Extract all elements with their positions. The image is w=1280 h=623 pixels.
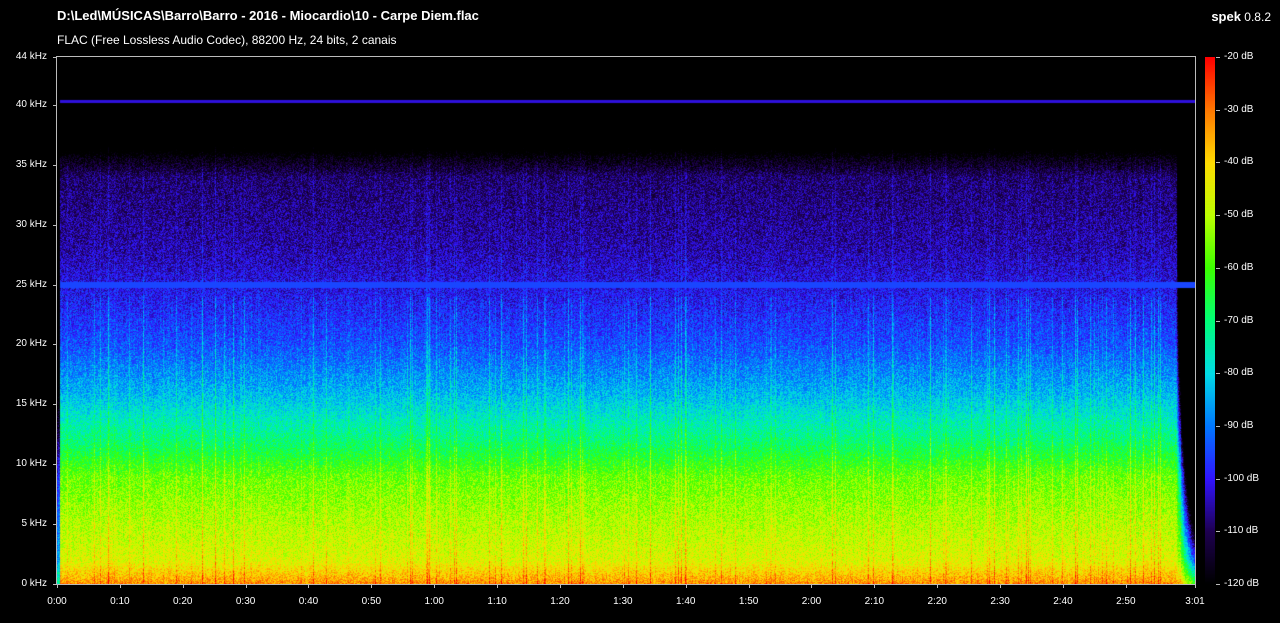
x-tick-label: 1:30 [613, 596, 633, 607]
x-tick [874, 584, 876, 588]
x-tick [119, 584, 121, 588]
db-tick-label: -80 dB [1224, 367, 1254, 379]
x-tick-label: 0:30 [235, 596, 256, 607]
x-tick-label: 0:20 [173, 596, 193, 607]
y-tick [53, 104, 57, 106]
x-tick-label: 2:30 [990, 596, 1010, 607]
x-tick [371, 584, 373, 588]
db-tick-label: -60 dB [1224, 261, 1254, 273]
y-tick [53, 284, 57, 286]
x-tick-label: 2:50 [1116, 596, 1136, 607]
y-tick-label: 0 kHz [21, 578, 47, 589]
app-version: 0.8.2 [1244, 10, 1271, 24]
y-tick-label: 35 kHz [15, 158, 47, 170]
x-tick [434, 584, 436, 588]
y-tick-label: 10 kHz [15, 458, 47, 470]
y-tick [53, 464, 57, 466]
x-tick [497, 584, 499, 588]
x-tick-label: 2:20 [927, 596, 947, 607]
x-tick [182, 584, 184, 588]
db-tick-label: -30 dB [1224, 103, 1254, 115]
x-tick-label: 2:00 [801, 596, 822, 607]
x-tick [1125, 584, 1127, 588]
db-tick [1216, 215, 1220, 217]
x-tick-label: 1:10 [487, 596, 507, 607]
x-tick-label: 2:40 [1053, 596, 1073, 607]
x-tick [57, 584, 58, 588]
db-tick [1216, 267, 1220, 269]
y-tick [53, 164, 57, 166]
y-tick-label: 25 kHz [15, 278, 47, 290]
x-tick-label: 1:20 [550, 596, 570, 607]
db-tick [1216, 584, 1220, 585]
x-tick [559, 584, 561, 588]
db-tick-label: -110 dB [1224, 525, 1259, 537]
db-tick-label: -100 dB [1224, 472, 1260, 484]
x-tick [1062, 584, 1064, 588]
db-tick-label: -50 dB [1224, 209, 1254, 221]
x-tick-label: 2:10 [864, 596, 885, 607]
y-tick-label: 15 kHz [15, 398, 47, 410]
db-tick [1216, 57, 1220, 58]
y-tick [53, 584, 57, 585]
db-tick [1216, 425, 1220, 427]
y-tick-label: 5 kHz [21, 518, 47, 530]
x-tick-label: 0:00 [47, 596, 67, 607]
db-tick-label: -40 dB [1224, 156, 1254, 168]
x-tick [308, 584, 310, 588]
y-tick-label: 20 kHz [15, 338, 47, 350]
db-tick-label: -120 dB [1224, 578, 1260, 589]
db-tick-label: -90 dB [1224, 419, 1254, 431]
x-tick-label: 0:50 [361, 596, 382, 607]
db-tick-label: -70 dB [1224, 314, 1254, 326]
db-tick [1216, 478, 1220, 480]
x-tick-label: 0:10 [110, 596, 130, 607]
db-tick [1216, 531, 1220, 533]
db-tick [1216, 109, 1220, 111]
audio-format-info: FLAC (Free Lossless Audio Codec), 88200 … [57, 33, 397, 47]
x-tick-label: 1:00 [424, 596, 444, 607]
x-tick-label: 1:40 [675, 596, 696, 607]
app-name: spek [1211, 9, 1241, 24]
x-tick [685, 584, 687, 588]
x-tick [245, 584, 247, 588]
y-tick [53, 344, 57, 346]
x-tick [1000, 584, 1002, 588]
x-tick [748, 584, 750, 588]
y-tick-label: 40 kHz [15, 98, 47, 110]
db-tick [1216, 373, 1220, 375]
spectrogram-plot [57, 57, 1195, 584]
y-tick [53, 224, 57, 226]
y-tick [53, 524, 57, 526]
db-tick-label: -20 dB [1224, 51, 1254, 62]
y-tick-label: 44 kHz [15, 51, 47, 62]
x-tick [811, 584, 813, 588]
db-tick [1216, 162, 1220, 164]
y-tick [53, 57, 57, 58]
file-path-title: D:\Led\MÚSICAS\Barro\Barro - 2016 - Mioc… [57, 8, 479, 23]
x-tick [937, 584, 939, 588]
x-tick [1195, 584, 1196, 588]
y-tick-label: 30 kHz [15, 218, 47, 230]
x-tick-label: 3:01 [1185, 596, 1205, 607]
app-brand: spek 0.8.2 [1211, 9, 1271, 24]
db-tick [1216, 320, 1220, 322]
y-tick [53, 404, 57, 406]
color-scale-bar [1205, 57, 1215, 584]
x-tick-label: 0:40 [298, 596, 319, 607]
x-tick-label: 1:50 [738, 596, 759, 607]
x-tick [622, 584, 624, 588]
